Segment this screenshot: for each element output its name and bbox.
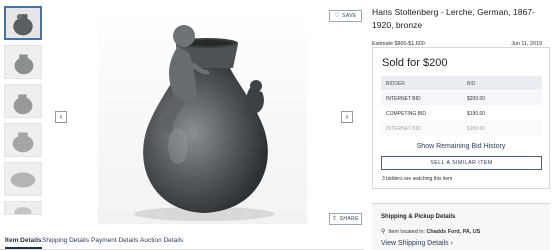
bid-cell: $180.00 [467, 126, 486, 132]
bidder-cell: COMPETING BID [386, 111, 427, 117]
bid-panel: Sold for $200 BIDDER BID INTERNET BID $2… [372, 47, 550, 189]
vase-thumbnail-image [5, 163, 41, 195]
share-label: SHARE [339, 216, 359, 222]
show-bid-history-link[interactable]: Show Remaining Bid History [373, 143, 549, 150]
bidder-cell: INTERNET BID [386, 96, 421, 102]
bronze-vase-image [98, 6, 307, 224]
save-button[interactable]: ♡ SAVE [329, 10, 362, 22]
next-image-button[interactable]: › [341, 111, 353, 123]
thumbnail-5[interactable] [4, 162, 42, 196]
bid-history-table: BIDDER BID INTERNET BID $200.00 COMPETIN… [381, 76, 542, 136]
vase-thumbnail-image [6, 8, 40, 38]
view-shipping-details-link[interactable]: View Shipping Details › [381, 240, 453, 247]
chevron-right-icon: › [345, 112, 349, 121]
vase-thumbnail-image [5, 85, 41, 117]
main-item-image[interactable] [98, 6, 307, 224]
thumbnail-3[interactable] [4, 84, 42, 118]
thumbnail-2[interactable] [4, 45, 42, 79]
tab-auction-details[interactable]: Auction Details [140, 237, 183, 244]
table-header-row: BIDDER BID [381, 76, 542, 91]
item-location: ⚲ Item located in: Chadds Ford, PA, US [381, 228, 480, 235]
thumbnail-strip [4, 6, 44, 220]
vase-thumbnail-image [5, 46, 41, 78]
column-header-bidder: BIDDER [386, 81, 405, 87]
tab-payment-details[interactable]: Payment Details [91, 237, 138, 244]
chevron-left-icon: ‹ [59, 112, 63, 121]
location-prefix: Item located in: [388, 229, 425, 235]
save-label: SAVE [342, 13, 357, 19]
column-header-bid: BID [467, 81, 476, 87]
table-row: COMPETING BID $190.00 [381, 106, 542, 121]
thumbnail-4[interactable] [4, 123, 42, 157]
thumbnail-1[interactable] [4, 6, 42, 40]
table-row: INTERNET BID $200.00 [381, 91, 542, 106]
heart-icon: ♡ [334, 13, 341, 19]
vase-thumbnail-image [5, 124, 41, 156]
watchers-count: 3 bidders are watching this item [382, 176, 453, 182]
bid-cell: $200.00 [467, 96, 486, 102]
location-pin-icon: ⚲ [381, 229, 386, 235]
bid-cell: $190.00 [467, 111, 486, 117]
table-row: INTERNET BID $180.00 [381, 121, 542, 136]
shipping-panel: Shipping & Pickup Details ⚲ Item located … [372, 203, 550, 250]
sell-similar-item-button[interactable]: SELL A SIMILAR ITEM [381, 156, 542, 170]
share-icon: ⇧ [332, 216, 338, 222]
thumbnail-6[interactable] [4, 201, 42, 215]
tab-shipping-details[interactable]: Shipping Details [42, 237, 89, 244]
share-button[interactable]: ⇧ SHARE [329, 213, 362, 225]
lot-title: Hans Stoltenberg - Lerche, German, 1867-… [372, 7, 535, 30]
previous-image-button[interactable]: ‹ [55, 111, 67, 123]
shipping-title: Shipping & Pickup Details [381, 214, 456, 220]
item-tabs: Item Details Shipping Details Payment De… [0, 234, 364, 250]
location-value: Chadds Ford, PA, US [426, 229, 481, 235]
lot-header: Hans Stoltenberg - Lerche, German, 1867-… [372, 6, 548, 47]
tab-item-details[interactable]: Item Details [5, 237, 42, 249]
bidder-cell: INTERNET BID [386, 126, 421, 132]
vase-thumbnail-image [6, 202, 40, 214]
sold-price: Sold for $200 [382, 57, 448, 69]
